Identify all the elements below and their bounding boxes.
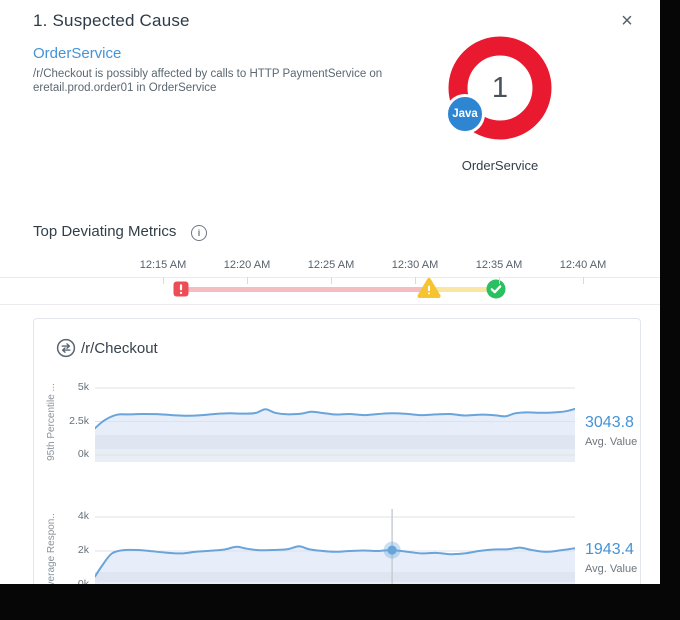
timeline-tick: [583, 277, 584, 284]
error-icon[interactable]: [173, 281, 189, 297]
service-link[interactable]: OrderService: [33, 45, 121, 62]
timeline-bottom-border: [0, 304, 660, 305]
chart2-avg-value: 1943.4: [585, 541, 634, 559]
timeline-error-span: [182, 287, 429, 292]
close-icon[interactable]: ×: [616, 10, 638, 32]
y-tick-label: 4k: [53, 510, 89, 522]
chart2-avg-label: Avg. Value: [585, 563, 637, 575]
time-label: 12:25 AM: [308, 259, 354, 271]
time-label: 12:15 AM: [140, 259, 186, 271]
ok-icon[interactable]: [486, 279, 506, 299]
time-label: 12:20 AM: [224, 259, 270, 271]
time-label: 12:30 AM: [392, 259, 438, 271]
cause-description: /r/Checkout is possibly affected by call…: [33, 67, 443, 95]
timeline-tick: [247, 277, 248, 284]
timeline-tick: [499, 277, 500, 284]
endpoint-icon: [56, 338, 76, 358]
timeline-tick: [331, 277, 332, 284]
y-tick-label: 2k: [53, 544, 89, 556]
timeline-tick: [163, 277, 164, 284]
endpoint-title[interactable]: /r/Checkout: [81, 340, 158, 357]
y-tick-label: 0k: [53, 448, 89, 460]
page-title: 1. Suspected Cause: [33, 11, 190, 31]
section-title: Top Deviating Metrics: [33, 223, 176, 240]
suspected-cause-panel: 1. Suspected Cause × OrderService /r/Che…: [0, 0, 660, 584]
java-runtime-badge: Java: [445, 94, 485, 134]
chart1-avg-value: 3043.8: [585, 414, 634, 432]
y-tick-label: 0k: [53, 578, 89, 584]
time-label: 12:40 AM: [560, 259, 606, 271]
chart2-plot[interactable]: [95, 503, 575, 584]
chart1-avg-label: Avg. Value: [585, 436, 637, 448]
timeline-top-border: [0, 277, 660, 278]
chart1-plot[interactable]: [95, 378, 575, 466]
cause-description-line1: /r/Checkout is possibly affected by call…: [33, 67, 443, 81]
warning-icon[interactable]: [417, 277, 441, 299]
timeline-tick: [415, 277, 416, 284]
y-tick-label: 2.5k: [53, 415, 89, 427]
screenshot-stage: 1. Suspected Cause × OrderService /r/Che…: [0, 0, 680, 620]
time-label: 12:35 AM: [476, 259, 522, 271]
y-tick-label: 5k: [53, 381, 89, 393]
cause-service-name: OrderService: [430, 158, 570, 173]
info-icon[interactable]: i: [191, 225, 207, 241]
cause-description-line2: eretail.prod.order01 in OrderService: [33, 81, 443, 95]
